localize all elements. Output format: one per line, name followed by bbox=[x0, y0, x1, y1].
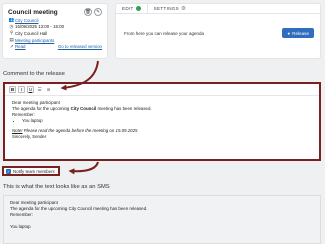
meeting-group-row: 👥 City Council bbox=[8, 17, 102, 24]
meeting-participants-link[interactable]: Meeting participants bbox=[15, 38, 54, 43]
people-icon: 👥 bbox=[8, 17, 15, 23]
tab-edit-label: EDIT bbox=[122, 6, 134, 11]
comment-title: Comment to the release bbox=[3, 71, 65, 77]
meeting-time-row: ◷ 15/09/2025 13:00 - 15:00 bbox=[8, 24, 102, 31]
meeting-time: 15/09/2025 13:00 - 15:00 bbox=[15, 24, 65, 30]
tab-bar: EDIT SETTINGS ⚙ bbox=[116, 4, 320, 14]
checkbox-checked-icon[interactable]: ✓ bbox=[6, 168, 11, 174]
bold-button[interactable]: B bbox=[9, 86, 16, 93]
release-tabs-card: EDIT SETTINGS ⚙ From here you can releas… bbox=[115, 3, 321, 59]
read-link[interactable]: Read bbox=[15, 44, 26, 49]
meeting-card: Council meeting 🗑 ✎ 👥 City Council ◷ 15/… bbox=[2, 3, 108, 59]
delete-meeting-button[interactable]: 🗑 bbox=[84, 8, 92, 16]
external-link-icon: ↗ bbox=[9, 43, 14, 49]
meeting-location: City Council Hall bbox=[15, 30, 48, 36]
location-icon: ⚲ bbox=[9, 30, 14, 36]
comment-editor[interactable]: B I U ☰ ≣ Dear meeting participant The a… bbox=[3, 82, 321, 161]
release-icon: ● bbox=[287, 30, 291, 36]
tab-settings-label: SETTINGS bbox=[153, 6, 180, 11]
sms-bullet: You laptop bbox=[10, 224, 31, 230]
meeting-read-row: ↗ Read Go to released version bbox=[8, 43, 102, 50]
release-button-label: Release bbox=[292, 30, 309, 36]
gear-icon: ⚙ bbox=[181, 5, 187, 12]
numbered-list-icon[interactable]: ≣ bbox=[45, 86, 52, 93]
sms-preview: Dear meeting participant The agenda for … bbox=[3, 195, 321, 244]
release-message: From here you can release your agenda bbox=[124, 30, 205, 36]
released-version-link[interactable]: Go to released version bbox=[58, 44, 102, 49]
bulleted-list-icon[interactable]: ☰ bbox=[36, 86, 43, 93]
meeting-participants-row: ▤ Meeting participants bbox=[8, 37, 102, 44]
meeting-location-row: ⚲ City Council Hall bbox=[8, 30, 102, 37]
arrow-to-checkbox bbox=[68, 161, 99, 175]
italic-button[interactable]: I bbox=[18, 86, 25, 93]
meeting-group-link[interactable]: City Council bbox=[15, 18, 38, 23]
notify-team-checkbox[interactable]: ✓ Notify team members bbox=[2, 166, 60, 176]
comment-closing: Sincerely, Sender bbox=[12, 134, 47, 140]
status-dot-icon bbox=[135, 6, 141, 11]
underline-button[interactable]: U bbox=[27, 86, 34, 93]
document-icon: ▤ bbox=[9, 37, 14, 43]
pencil-icon: ✎ bbox=[96, 8, 100, 14]
tab-edit[interactable]: EDIT bbox=[116, 4, 148, 13]
editor-content[interactable]: Dear meeting participant The agenda for … bbox=[5, 96, 319, 145]
tab-settings[interactable]: SETTINGS ⚙ bbox=[148, 4, 193, 13]
sms-preview-title: This is what the text looks like as an S… bbox=[3, 184, 110, 190]
release-button[interactable]: ● Release bbox=[282, 28, 314, 38]
notify-label: Notify team members bbox=[13, 168, 55, 174]
trash-icon: 🗑 bbox=[85, 8, 91, 14]
clock-icon: ◷ bbox=[9, 23, 14, 29]
editor-toolbar: B I U ☰ ≣ bbox=[5, 84, 319, 96]
meeting-title: Council meeting bbox=[8, 8, 58, 16]
edit-meeting-button[interactable]: ✎ bbox=[94, 8, 102, 16]
